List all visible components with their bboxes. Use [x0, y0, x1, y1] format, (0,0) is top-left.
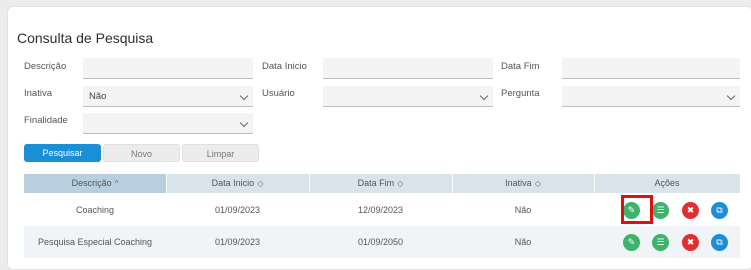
header-descricao-label: Descrição [71, 178, 112, 188]
header-data-fim[interactable]: Data Fim ◇ [309, 174, 452, 193]
descricao-input[interactable] [83, 58, 253, 79]
data-fim-input[interactable] [562, 58, 740, 79]
inativa-label: Inativa [24, 88, 52, 99]
header-inativa-label: Inativa [505, 178, 532, 188]
list-icon: ☰ [656, 205, 665, 215]
cell-data-fim: 01/09/2050 [357, 237, 404, 247]
header-data-fim-label: Data Fim [357, 178, 395, 188]
chevron-down-icon [726, 91, 736, 101]
data-inicio-input[interactable] [323, 58, 493, 79]
list-icon: ☰ [656, 237, 665, 247]
cell-descricao: Coaching [75, 205, 115, 215]
cell-data-inicio: 01/09/2023 [214, 237, 261, 247]
pergunta-select[interactable] [562, 86, 740, 107]
sort-asc-icon: ^ [114, 179, 119, 188]
cell-inativa: Não [514, 205, 532, 215]
header-acoes-label: Ações [654, 178, 680, 188]
chevron-down-icon [479, 91, 489, 101]
finalidade-label: Finalidade [24, 115, 68, 126]
header-data-inicio[interactable]: Data Inicio ◇ [166, 174, 309, 193]
cell-data-fim: 12/09/2023 [357, 205, 404, 215]
finalidade-select[interactable] [83, 113, 253, 134]
table-header: Descrição ^ Data Inicio ◇ Data Fim ◇ Inativ… [24, 174, 740, 193]
delete-button[interactable]: ✖ [682, 202, 699, 219]
usuario-label: Usuário [262, 88, 295, 99]
data-inicio-label: Data Inicio [262, 61, 307, 72]
inativa-select[interactable]: Não [83, 86, 253, 107]
copy-button[interactable]: ⧉ [711, 234, 728, 251]
table-row: Pesquisa Especial Coaching 01/09/2023 01… [24, 226, 740, 258]
header-descricao[interactable]: Descrição ^ [24, 174, 166, 193]
column-divider [594, 174, 595, 193]
delete-icon: ✖ [686, 205, 695, 215]
list-button[interactable]: ☰ [652, 202, 669, 219]
header-data-inicio-label: Data Inicio [211, 178, 255, 188]
chevron-down-icon [239, 91, 249, 101]
inativa-value: Não [89, 91, 107, 102]
copy-icon: ⧉ [716, 205, 723, 215]
row-actions: ✎ ☰ ✖ ⧉ [594, 194, 740, 226]
sort-icon: ◇ [397, 179, 404, 188]
delete-button[interactable]: ✖ [682, 234, 699, 251]
cell-inativa: Não [514, 237, 532, 247]
cell-data-inicio: 01/09/2023 [214, 205, 261, 215]
limpar-button[interactable]: Limpar [182, 144, 259, 162]
delete-icon: ✖ [686, 237, 695, 247]
edit-icon: ✎ [627, 237, 636, 247]
novo-button[interactable]: Novo [103, 144, 180, 162]
cell-descricao: Pesquisa Especial Coaching [37, 237, 153, 247]
column-divider [452, 174, 453, 193]
edit-button[interactable]: ✎ [623, 234, 640, 251]
row-actions: ✎ ☰ ✖ ⧉ [594, 226, 740, 258]
sort-icon: ◇ [257, 179, 264, 188]
chevron-down-icon [239, 118, 249, 128]
pergunta-label: Pergunta [501, 88, 540, 99]
pesquisar-button[interactable]: Pesquisar [24, 144, 101, 162]
column-divider [166, 174, 167, 193]
list-button[interactable]: ☰ [652, 234, 669, 251]
column-divider [309, 174, 310, 193]
usuario-select[interactable] [323, 86, 493, 107]
header-acoes: Ações [594, 174, 740, 193]
copy-icon: ⧉ [716, 237, 723, 247]
sort-icon: ◇ [534, 179, 541, 188]
descricao-label: Descrição [24, 61, 67, 72]
highlight-box [621, 195, 653, 224]
copy-button[interactable]: ⧉ [711, 202, 728, 219]
data-fim-label: Data Fim [501, 61, 540, 72]
header-inativa[interactable]: Inativa ◇ [452, 174, 594, 193]
page-title: Consulta de Pesquisa [17, 30, 154, 46]
